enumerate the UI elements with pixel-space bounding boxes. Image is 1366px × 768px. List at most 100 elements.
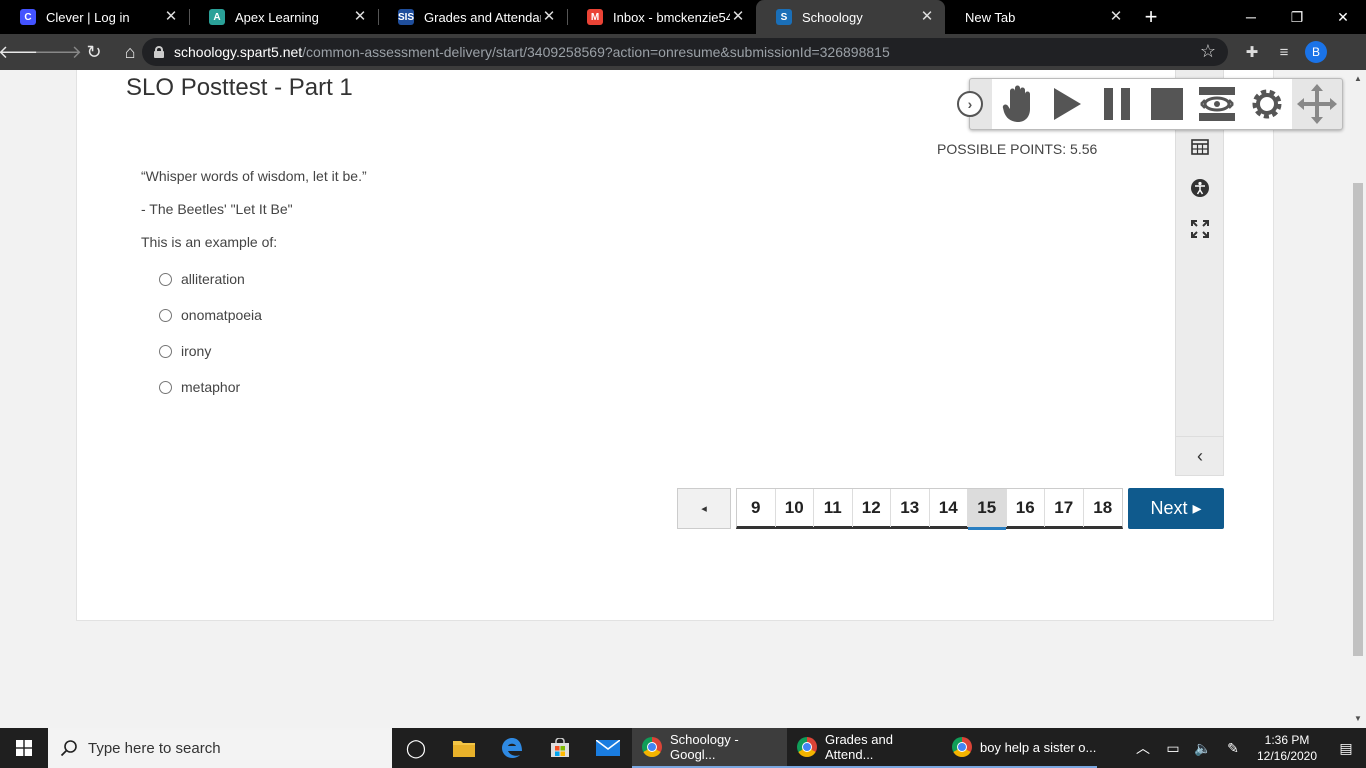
choice-label: irony (181, 343, 212, 359)
taskbar-chrome-window[interactable]: Schoology - Googl... (632, 728, 787, 768)
extensions-puzzle-icon[interactable]: ✚ (1236, 36, 1268, 68)
close-window-icon[interactable]: ✕ (1320, 0, 1366, 34)
scroll-down-icon[interactable]: ▼ (1354, 714, 1362, 723)
system-tray: ︿ ▭ 🔈 ✎ 1:36 PM 12/16/2020 ▤ (1128, 728, 1366, 768)
question-prompt: This is an example of: (141, 234, 278, 250)
tab-close-icon[interactable]: ✕ (730, 9, 746, 25)
window-controls: ─ ❐ ✕ (1228, 0, 1366, 34)
collapse-sidebar-chevron-icon[interactable]: ‹ (1176, 436, 1224, 476)
windows-start-icon[interactable] (0, 728, 48, 768)
expand-toolbar-chevron-icon[interactable]: › (957, 91, 983, 117)
choice-metaphor[interactable]: metaphor (159, 379, 240, 395)
store-bag-icon[interactable] (536, 728, 584, 768)
accessibility-icon[interactable] (1188, 176, 1212, 200)
reload-icon[interactable]: ↻ (78, 36, 110, 68)
choice-label: alliteration (181, 271, 245, 287)
tab-close-icon[interactable]: ✕ (1108, 9, 1124, 25)
radio-button[interactable] (159, 380, 172, 394)
question-page-11[interactable]: 11 (814, 489, 853, 527)
tts-button-group (992, 79, 1292, 129)
profile-avatar[interactable]: B (1305, 41, 1327, 63)
new-tab-button[interactable]: + (1134, 0, 1168, 34)
text-to-speech-toolbar (969, 78, 1343, 130)
radio-button[interactable] (159, 344, 172, 358)
screen-mask-eye-icon[interactable] (1192, 79, 1242, 129)
restore-icon[interactable]: ❐ (1274, 0, 1320, 34)
show-hidden-icons-chevron[interactable]: ︿ (1128, 738, 1158, 758)
forward-icon[interactable]: 🡒 (34, 36, 82, 68)
tab-favicon-icon: SIS (398, 9, 414, 25)
bookmark-star-icon[interactable]: ☆ (1200, 41, 1216, 62)
settings-gear-icon[interactable] (1242, 79, 1292, 129)
tab-title: Schoology (802, 9, 863, 25)
page-viewport: SLO Posttest - Part 1 POSSIBLE POINTS: 5… (0, 70, 1350, 728)
choice-irony[interactable]: irony (159, 343, 211, 359)
stop-icon[interactable] (1142, 79, 1192, 129)
browser-tab[interactable]: M Inbox - bmckenzie541@✕ (567, 0, 756, 34)
choice-alliteration[interactable]: alliteration (159, 271, 245, 287)
chrome-icon (642, 737, 662, 757)
taskbar-app-label: boy help a sister o... (980, 739, 1097, 755)
radio-button[interactable] (159, 308, 172, 322)
scroll-thumb[interactable] (1353, 183, 1363, 656)
task-view-icon[interactable]: ◯ (392, 728, 440, 768)
tab-close-icon[interactable]: ✕ (919, 9, 935, 25)
chrome-icon (952, 737, 972, 757)
play-icon[interactable] (1042, 79, 1092, 129)
next-button[interactable]: Next ▸ (1128, 488, 1224, 529)
url-path: /common-assessment-delivery/start/340925… (302, 44, 890, 60)
lock-icon (154, 46, 164, 58)
question-page-9[interactable]: 9 (737, 489, 776, 527)
tool-sidebar: ‹ (1175, 70, 1224, 476)
question-page-10[interactable]: 10 (776, 489, 814, 527)
tab-title: Apex Learning (235, 9, 319, 25)
hand-pointer-icon[interactable] (992, 79, 1042, 129)
calculator-grid-icon[interactable] (1188, 135, 1212, 159)
taskbar-chrome-window[interactable]: boy help a sister o... (942, 728, 1097, 768)
browser-tab[interactable]: New Tab ✕ (945, 0, 1134, 34)
scroll-up-icon[interactable]: ▲ (1354, 74, 1362, 83)
question-page-15[interactable]: 15 (968, 489, 1007, 530)
edge-browser-icon[interactable] (488, 728, 536, 768)
choice-label: onomatpoeia (181, 307, 262, 323)
minimize-icon[interactable]: ─ (1228, 0, 1274, 34)
question-page-13[interactable]: 13 (891, 489, 930, 527)
browser-toolbar: 🡐 🡒 ↻ ⌂ schoology.spart5.net/common-asse… (0, 34, 1366, 70)
pause-icon[interactable] (1092, 79, 1142, 129)
radio-button[interactable] (159, 272, 172, 286)
volume-icon[interactable]: 🔈 (1188, 740, 1218, 757)
move-toolbar-icon[interactable] (1292, 79, 1342, 129)
question-page-16[interactable]: 16 (1007, 489, 1045, 527)
tab-close-icon[interactable]: ✕ (163, 9, 179, 25)
file-explorer-icon[interactable] (440, 728, 488, 768)
question-page-12[interactable]: 12 (853, 489, 891, 527)
media-queue-icon[interactable]: ≡ (1268, 36, 1300, 68)
taskbar-clock[interactable]: 1:36 PM 12/16/2020 (1248, 732, 1326, 764)
previous-question-button[interactable]: ◂ (677, 488, 731, 529)
search-icon (60, 740, 77, 757)
mail-icon[interactable] (584, 728, 632, 768)
page-scrollbar[interactable]: ▲ ▼ (1350, 70, 1366, 728)
question-page-list: 9 10 11 12 13 14 15 16 17 18 (736, 488, 1123, 530)
taskbar-chrome-window[interactable]: Grades and Attend... (787, 728, 942, 768)
browser-tab[interactable]: A Apex Learning ✕ (189, 0, 378, 34)
search-placeholder: Type here to search (88, 739, 221, 757)
browser-tab[interactable]: S Schoology ✕ (756, 0, 945, 34)
tab-list: C Clever | Log in ✕ A Apex Learning ✕ SIS Grade… (0, 0, 1134, 34)
browser-tab[interactable]: SIS Grades and Attendance✕ (378, 0, 567, 34)
question-page-18[interactable]: 18 (1084, 489, 1123, 527)
tab-close-icon[interactable]: ✕ (352, 9, 368, 25)
notifications-icon[interactable]: ▤ (1326, 740, 1366, 757)
question-page-17[interactable]: 17 (1045, 489, 1084, 527)
choice-onomatpoeia[interactable]: onomatpoeia (159, 307, 262, 323)
url-host: schoology.spart5.net (174, 44, 303, 60)
pen-icon[interactable]: ✎ (1218, 740, 1248, 757)
taskbar-search-box[interactable]: Type here to search (48, 728, 392, 768)
battery-icon[interactable]: ▭ (1158, 740, 1188, 757)
taskbar-app-label: Grades and Attend... (825, 732, 893, 762)
tab-close-icon[interactable]: ✕ (541, 9, 557, 25)
address-bar[interactable]: schoology.spart5.net/common-assessment-d… (142, 38, 1228, 66)
fullscreen-icon[interactable] (1188, 217, 1212, 241)
question-page-14[interactable]: 14 (930, 489, 968, 527)
browser-tab[interactable]: C Clever | Log in ✕ (0, 0, 189, 34)
